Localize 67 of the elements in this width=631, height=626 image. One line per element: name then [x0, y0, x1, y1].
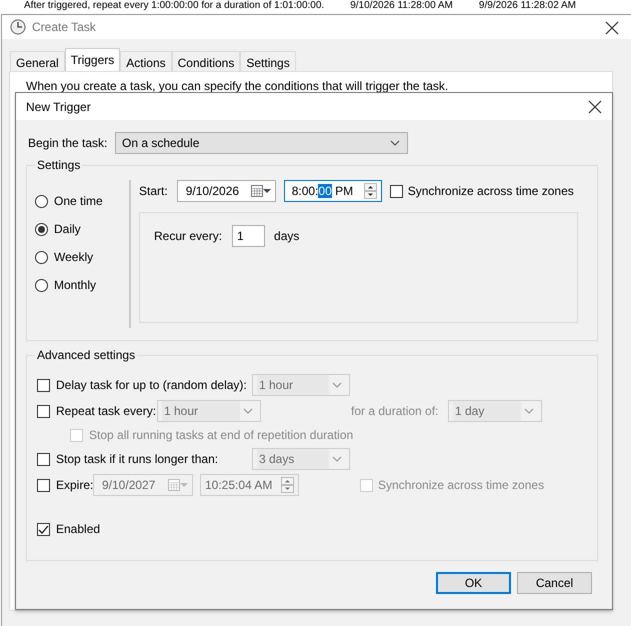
dropdown[interactable]: 1 hour [157, 400, 261, 422]
check-icon [38, 524, 49, 534]
checkbox[interactable] [37, 478, 50, 492]
dropdown[interactable]: On a schedule [115, 132, 408, 154]
checkbox-label: Synchronize across time zones [378, 477, 544, 494]
radio-label: Daily [54, 221, 81, 238]
chevron-icon [243, 408, 253, 414]
close-icon [605, 20, 619, 35]
spinner-icon [281, 477, 294, 493]
caret-icon [262, 189, 271, 193]
dropdown[interactable]: 1 hour [252, 374, 350, 396]
close-icon [588, 100, 602, 114]
checkbox-label: Expire: [56, 477, 93, 494]
tab[interactable]: Settings [240, 51, 296, 71]
radio-label: Monthly [54, 277, 96, 294]
caret-icon [180, 483, 188, 487]
start-label: Start: [139, 183, 168, 200]
checkbox-label: Stop all running tasks at end of repetition duration [89, 427, 354, 444]
dialog-button[interactable]: OK [436, 572, 511, 594]
chevron-icon [390, 140, 400, 146]
checkbox[interactable] [37, 452, 50, 466]
dropdown[interactable]: 1 day [448, 400, 542, 422]
checkbox-label: Synchronize across time zones [408, 183, 574, 200]
chevron-icon [332, 382, 342, 388]
checkbox-label: Repeat task every: [56, 403, 157, 420]
description-text: When you create a task, you can specify the conditions that will trigger the task. [26, 78, 450, 95]
date-field[interactable]: 9/10/2026 [176, 180, 276, 202]
group-label: Settings [35, 158, 82, 172]
radio-button[interactable] [35, 250, 48, 264]
radio-button[interactable] [35, 278, 48, 292]
group-label: Advanced settings [35, 348, 138, 362]
checkbox[interactable] [37, 378, 50, 392]
tab[interactable]: Actions [120, 51, 172, 71]
radio-button[interactable] [35, 222, 48, 236]
spinner-icon [364, 183, 377, 199]
recur-label: Recur every: [154, 228, 222, 245]
checkbox-label: Enabled [56, 521, 100, 538]
time-field[interactable]: 10:25:04 AM [200, 474, 299, 496]
number-field[interactable]: 1 [232, 225, 266, 247]
tab[interactable]: Conditions [172, 51, 240, 71]
calendar-icon [168, 479, 180, 491]
time-field[interactable]: 8:00:00 PM [284, 180, 382, 202]
background-text: After triggered, repeat every 1:00:00:00 for a duration of 1:01:00:00. [24, 0, 324, 13]
date-field[interactable]: 9/10/2027 [93, 474, 193, 496]
tab[interactable]: General [10, 51, 65, 71]
checkbox[interactable] [390, 184, 403, 198]
checkbox-label: Stop task if it runs longer than: [56, 451, 220, 468]
radio-button[interactable] [35, 194, 48, 208]
unit-label: days [274, 228, 300, 245]
dialog-button[interactable]: Cancel [517, 572, 592, 594]
clock-icon [10, 19, 26, 35]
radio-label: Weekly [54, 249, 94, 266]
checkbox-label: Delay task for up to (random delay): [56, 377, 248, 394]
radio-label: One time [54, 193, 103, 210]
window-title: Create Task [32, 19, 96, 36]
background-text: 9/9/2026 11:28:02 AM [478, 0, 576, 13]
begin-label: Begin the task: [28, 135, 108, 152]
checkbox[interactable] [37, 404, 50, 418]
checkbox[interactable] [37, 522, 50, 536]
tab[interactable]: Triggers [64, 48, 120, 71]
dialog-title: New Trigger [26, 98, 91, 116]
chevron-icon [524, 408, 534, 414]
dropdown[interactable]: 3 days [252, 448, 350, 470]
background-text: 9/10/2026 11:28:00 AM [350, 0, 453, 13]
chevron-icon [332, 456, 342, 462]
duration-label: for a duration of: [351, 403, 440, 420]
calendar-icon [250, 185, 263, 197]
